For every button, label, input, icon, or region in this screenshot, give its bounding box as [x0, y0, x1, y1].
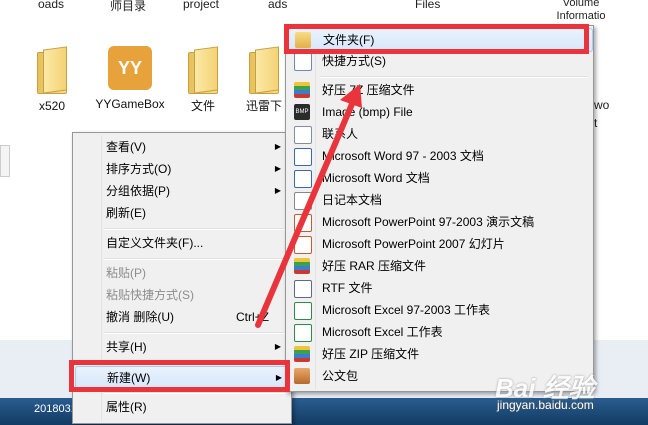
annotation-arrow-icon [255, 84, 362, 328]
watermark-url: jingyan.baidu.com [497, 398, 594, 412]
